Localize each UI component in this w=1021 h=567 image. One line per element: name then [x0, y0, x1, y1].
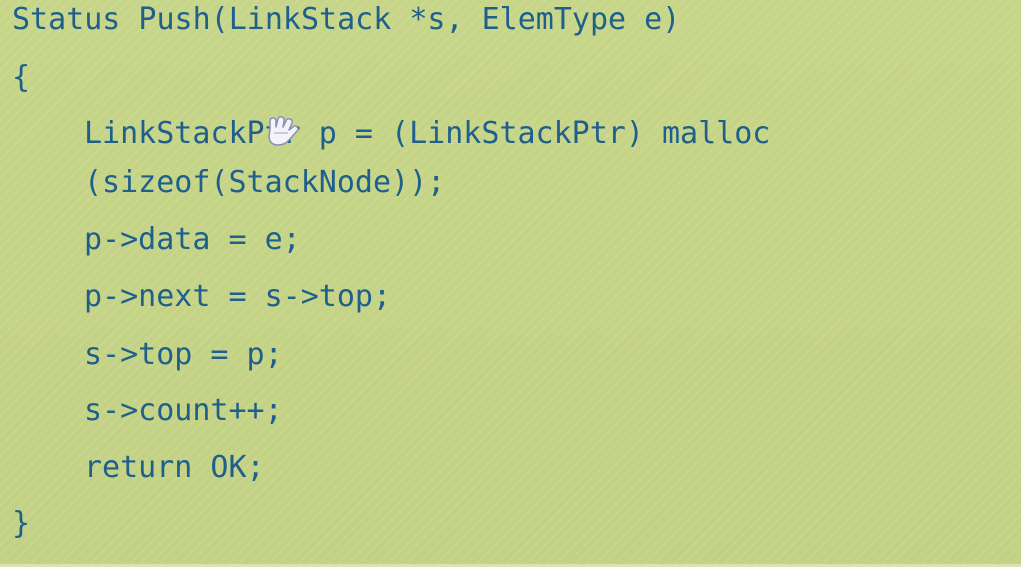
code-block: Status Push(LinkStack *s, ElemType e) { …: [0, 0, 1021, 567]
code-line-top-assign: s->top = p;: [84, 337, 283, 372]
code-line-next-assign: p->next = s->top;: [84, 279, 392, 314]
hand-pointer-icon: [262, 115, 302, 149]
code-line-close-brace: }: [12, 506, 31, 541]
code-line-data-assign: p->data = e;: [84, 222, 301, 257]
code-line-open-brace: {: [12, 60, 31, 95]
code-line-count-increment: s->count++;: [84, 393, 283, 428]
code-line-malloc: LinkStackPtr p = (LinkStackPtr) malloc: [84, 116, 771, 151]
code-line-return: return OK;: [84, 450, 265, 485]
code-line-sizeof: (sizeof(StackNode));: [84, 165, 446, 200]
code-line-signature: Status Push(LinkStack *s, ElemType e): [12, 2, 681, 37]
